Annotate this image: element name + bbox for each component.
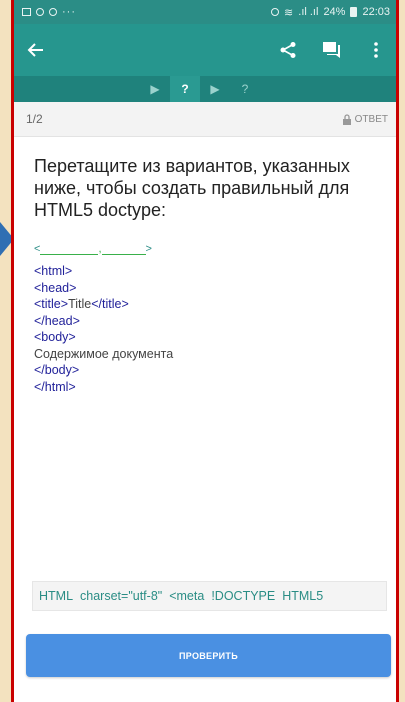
question-text: Перетащите из вариантов, указанных ниже,… [34,156,350,220]
more-button[interactable] [364,38,388,62]
option-chip[interactable]: HTML [39,589,73,603]
code-block: <html> <head> <title>Title</title> </hea… [34,263,380,395]
share-button[interactable] [276,38,300,62]
arrow-left-icon [27,43,43,57]
app-toolbar [14,24,396,76]
option-chip[interactable]: charset="utf-8" [80,589,162,603]
code-tag: <html> [34,264,73,278]
question-counter: 1/2 [26,112,43,126]
code-tag: </title> [91,297,129,311]
wifi-icon: ≋ [284,6,294,19]
back-button[interactable] [24,38,48,62]
clock: 22:03 [362,6,390,18]
drop-slot-1[interactable] [40,244,99,255]
question-content: Перетащите из вариантов, указанных ниже,… [14,137,396,395]
share-icon [280,42,296,58]
code-line: </head> [34,313,380,330]
notification-icon [49,8,57,16]
lesson-progress: ▶ ? ▶ ? [14,76,396,102]
lock-icon [342,113,351,125]
more-vert-icon [374,42,378,58]
check-button[interactable]: ПРОВЕРИТЬ [26,634,391,677]
battery-percent: 24% [323,6,346,18]
code-line: <html> [34,263,380,280]
progress-step-play-icon[interactable]: ▶ [140,82,170,96]
more-notifications-icon: ··· [62,6,76,18]
progress-step-question[interactable]: ? [170,76,200,102]
code-text: Title [68,297,92,311]
code-line: </body> [34,362,380,379]
blank-close-bracket: > [145,243,152,255]
option-chip[interactable]: HTML5 [282,589,323,603]
gallery-icon [22,8,31,16]
notification-icon [36,8,44,16]
answer-options: HTML charset="utf-8" <meta !DOCTYPE HTML… [32,581,387,611]
phone-screen: ··· ≋ .ıl .ıl 24% 22:03 ▶ ? ▶ ? 1/2 ОТВЕ… [11,0,399,702]
progress-step-question[interactable]: ? [230,82,260,96]
battery-icon [350,7,358,17]
code-line: <head> [34,280,380,297]
code-tag: <body> [34,330,76,344]
code-tag: </body> [34,363,80,377]
status-bar: ··· ≋ .ıl .ıl 24% 22:03 [14,0,396,24]
code-tag: </html> [34,379,76,394]
doctype-blanks: <, > [34,243,152,255]
show-answer-button[interactable]: ОТВЕТ [342,114,388,125]
drop-slot-2[interactable] [101,244,146,255]
code-tag: <title> [34,297,69,311]
option-chip[interactable]: !DOCTYPE [211,589,275,603]
code-line: <title>Title</title> [34,296,380,313]
code-line: Содержимое документа [34,346,380,363]
code-line: </html> [34,379,380,396]
comments-button[interactable] [320,38,344,62]
option-chip[interactable]: <meta [169,589,204,603]
progress-step-play-icon[interactable]: ▶ [200,82,230,96]
code-text: Содержимое документа [34,346,174,361]
show-answer-label: ОТВЕТ [354,113,388,125]
code-line: <body> [34,329,380,346]
code-tag: </head> [34,313,80,328]
signal-icon: .ıl .ıl [298,6,319,18]
code-tag: <head> [34,280,77,295]
question-header: 1/2 ОТВЕТ [14,102,396,137]
alarm-icon [271,8,280,16]
comments-icon [323,42,340,58]
